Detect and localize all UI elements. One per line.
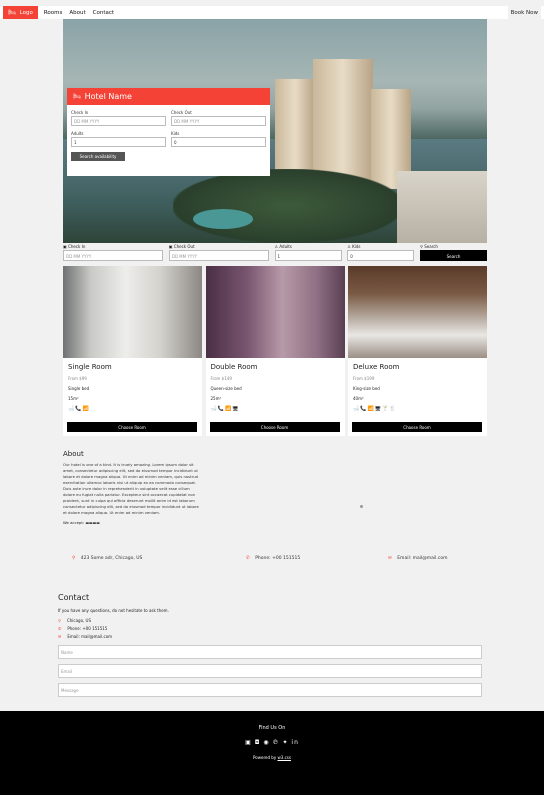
check-in-label: Check In (71, 110, 89, 115)
room-name: Single Room (68, 363, 112, 371)
sb-adults-input[interactable]: 1 (274, 250, 342, 261)
contact-section: Contact If you have any questions, do no… (58, 593, 482, 697)
hotel-card-header: 🛏 Hotel Name (67, 88, 270, 105)
room-card-deluxe: Deluxe Room From $199 King-size bed 40m²… (348, 266, 487, 436)
search-availability-button[interactable]: Search availability (71, 152, 125, 161)
powered-by-label: Powered by (253, 755, 277, 760)
nav-link-rooms[interactable]: Rooms (43, 10, 64, 16)
adults-input[interactable]: 1 (71, 137, 166, 147)
about-title: About (63, 450, 84, 458)
phone-text: Phone: +00 151515 (255, 556, 301, 561)
room-size: 15m² (68, 396, 79, 401)
bed-icon: 🛏 (8, 9, 16, 16)
kids-label: Kids (171, 131, 180, 136)
sb-adults-label: Adults (279, 244, 292, 249)
find-us-label: Find Us On (258, 725, 286, 731)
sb-search-button[interactable]: Search (420, 250, 487, 261)
instagram-icon[interactable]: ◘ (255, 739, 261, 746)
bed-icon: 🛏 (73, 93, 81, 100)
sb-kids-label: Kids (352, 244, 361, 249)
sb-check-out-input[interactable]: DD MM YYYY (168, 250, 269, 261)
social-icons: ▣ ◘ ◉ ℗ ✦ in (0, 739, 544, 746)
powered-by: Powered by w3.css (0, 755, 544, 760)
search-bar: ▣ Check In DD MM YYYY ▣ Check Out DD MM … (63, 244, 487, 263)
logo-label: Logo (19, 9, 33, 16)
choose-room-button[interactable]: Choose Room (67, 422, 197, 432)
deluxe-room-image (348, 266, 487, 358)
room-price: From $199 (353, 376, 375, 381)
hotel-booking-card: 🛏 Hotel Name Check In DD MM YYYY Check O… (67, 88, 270, 176)
footer: Find Us On ▣ ◘ ◉ ℗ ✦ in Powered by w3.cs… (0, 711, 544, 795)
w3css-link[interactable]: w3.css (278, 755, 291, 760)
room-price: From $99 (68, 376, 87, 381)
sb-search-label: Search (424, 244, 438, 249)
contact-city: Chicago, US (66, 618, 92, 623)
amenity-icons: 🛁📞📶 (68, 406, 90, 412)
room-bed: Queen-size bed (210, 386, 242, 391)
room-bed: King-size bed (353, 386, 380, 391)
nav-link-contact[interactable]: Contact (92, 10, 115, 16)
top-navbar: 🛏 Logo Rooms About Contact Book Now (0, 6, 544, 19)
linkedin-icon[interactable]: in (291, 739, 298, 746)
map-marker-icon: ⚲ (58, 618, 61, 623)
map-marker-icon: ⚲ (72, 556, 76, 561)
envelope-icon: ✉ (58, 634, 62, 639)
check-in-input[interactable]: DD MM YYYY (71, 116, 166, 126)
contact-lead: If you have any questions, do not hesita… (58, 608, 169, 613)
room-card-single: Single Room From $99 Single bed 15m² 🛁📞📶… (63, 266, 202, 436)
contact-title: Contact (58, 593, 90, 602)
name-field[interactable]: Name (58, 645, 482, 659)
double-room-image (205, 266, 345, 358)
phone-info: ✆ Phone: +00 151515 (246, 556, 300, 561)
check-out-label: Check Out (171, 110, 192, 115)
nav-link-about[interactable]: About (68, 10, 86, 16)
check-out-input[interactable]: DD MM YYYY (171, 116, 266, 126)
email-text: Email: mail@mail.com (397, 556, 448, 561)
address-info: ⚲ 423 Some adr, Chicago, US (72, 556, 142, 561)
sb-kids-input[interactable]: 0 (347, 250, 415, 261)
hero-pool (193, 209, 253, 229)
amenity-icons: 🛁📞📶🖥🍸🍴 (353, 406, 397, 412)
about-section: About Our hotel is one of a kind. It is … (63, 450, 201, 525)
room-card-double: Double Room From $149 Queen-size bed 25m… (205, 266, 345, 436)
email-field[interactable]: Email (58, 664, 482, 678)
book-now-button[interactable]: Book Now (507, 6, 541, 19)
phone-icon: ✆ (58, 626, 62, 631)
choose-room-button[interactable]: Choose Room (352, 422, 482, 432)
we-accept-label: We accept: (63, 520, 85, 525)
rooms-section: Single Room From $99 Single bed 15m² 🛁📞📶… (63, 266, 487, 436)
hero-palms (173, 169, 403, 243)
logo-button[interactable]: 🛏 Logo (3, 6, 38, 19)
sb-check-out-label: Check Out (173, 244, 195, 249)
about-text: Our hotel is one of a kind. It is truely… (63, 462, 199, 515)
address-text: 423 Some adr, Chicago, US (80, 556, 143, 561)
hotel-name-title: Hotel Name (84, 92, 132, 101)
room-size: 25m² (210, 396, 222, 401)
message-field[interactable]: Message (58, 683, 482, 697)
room-bed: Single bed (68, 386, 90, 391)
envelope-icon: ✉ (388, 556, 392, 561)
map-marker-dot (360, 505, 363, 508)
room-name: Double Room (210, 363, 258, 371)
adults-label: Adults (71, 131, 84, 136)
contact-phone: Phone: +00 151515 (67, 626, 108, 631)
kids-input[interactable]: 0 (171, 137, 266, 147)
credit-card-icons: ▬▬▬▬ (85, 520, 100, 525)
room-name: Deluxe Room (353, 363, 400, 371)
single-room-image (63, 266, 202, 358)
room-price: From $149 (210, 376, 232, 381)
phone-icon: ✆ (246, 556, 250, 561)
email-info: ✉ Email: mail@mail.com (388, 556, 447, 561)
hero-building (397, 171, 487, 243)
facebook-icon[interactable]: ▣ (245, 739, 252, 746)
room-size: 40m² (353, 396, 364, 401)
contact-email: Email: mail@mail.com (67, 634, 113, 639)
sb-check-in-input[interactable]: DD MM YYYY (63, 250, 163, 261)
pinterest-icon[interactable]: ℗ (273, 739, 280, 746)
twitter-icon[interactable]: ✦ (282, 739, 288, 746)
snapchat-icon[interactable]: ◉ (263, 739, 269, 746)
choose-room-button[interactable]: Choose Room (209, 422, 340, 432)
sb-check-in-label: Check In (68, 244, 86, 249)
amenity-icons: 🛁📞📶🖥 (210, 406, 240, 412)
